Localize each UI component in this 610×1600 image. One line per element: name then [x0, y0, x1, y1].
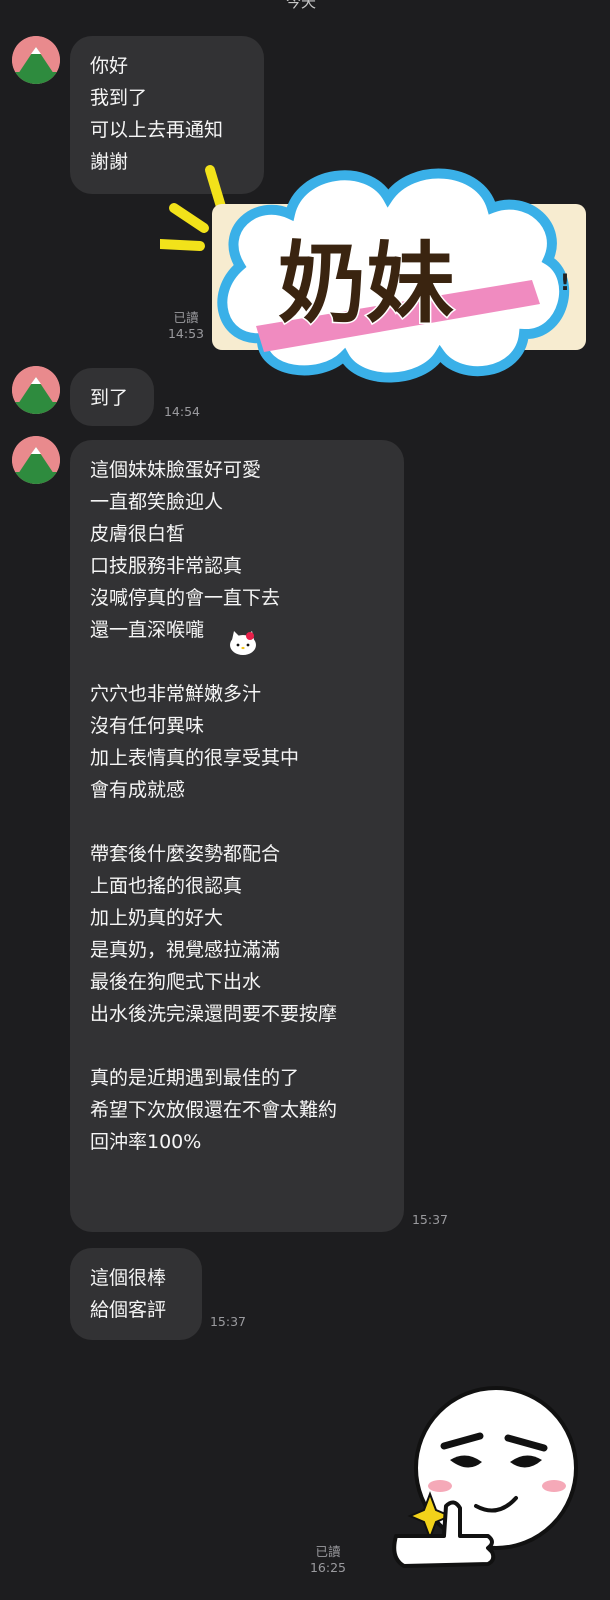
hello-kitty-emoji-icon	[228, 630, 258, 656]
sticker-naimei[interactable]: ! 奶妹	[155, 148, 600, 388]
thumbs-up-face-sticker[interactable]	[384, 1386, 584, 1576]
message-time: 14:54	[163, 404, 201, 419]
message-bubble[interactable]: 到了	[70, 368, 154, 426]
avatar[interactable]	[12, 366, 60, 414]
avatar-mountain-icon	[12, 36, 60, 84]
message-bubble[interactable]: 這個很棒 給個客評	[70, 1248, 202, 1340]
avatar[interactable]	[12, 36, 60, 84]
message-time: 15:37	[209, 1314, 247, 1329]
avatar-mountain-icon	[12, 366, 60, 414]
sticker-exclaim: !	[560, 271, 570, 296]
message-bubble[interactable]: 這個妹妹臉蛋好可愛 一直都笑臉迎人 皮膚很白皙 口技服務非常認真 沒喊停真的會一…	[70, 440, 404, 1232]
read-receipt: 已讀	[315, 1544, 341, 1559]
avatar[interactable]	[12, 436, 60, 484]
sticker-text: 奶妹	[278, 232, 454, 335]
date-divider-fragment: 今天	[286, 0, 317, 11]
message-time: 15:37	[411, 1212, 449, 1227]
message-time: 16:25	[309, 1560, 347, 1575]
avatar-mountain-icon	[12, 436, 60, 484]
